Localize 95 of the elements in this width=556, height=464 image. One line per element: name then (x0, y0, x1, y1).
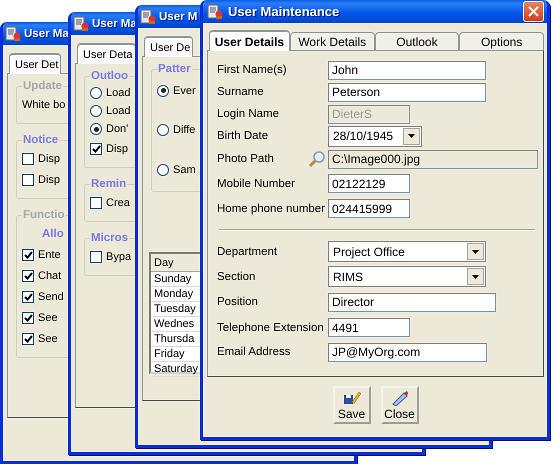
app-icon (207, 4, 223, 20)
search-icon[interactable] (308, 150, 326, 168)
checkbox-label: See (38, 312, 58, 324)
field-label: Mobile Number (217, 178, 296, 190)
checkbox[interactable] (90, 250, 102, 262)
list-item[interactable]: Wednes (154, 318, 194, 330)
caret-icon (408, 134, 415, 138)
tab[interactable]: User De (144, 36, 194, 57)
save-button[interactable]: Save (332, 386, 370, 424)
field-label: Photo Path (217, 153, 275, 165)
column-header: Day (154, 256, 174, 268)
checkbox-label: Disp (38, 174, 60, 186)
list-item[interactable]: Sunday (154, 273, 192, 285)
radio-label: Load (106, 87, 130, 99)
radio-label: Diffe (173, 124, 196, 136)
dropdown-button[interactable] (467, 243, 484, 260)
date-picker[interactable]: 28/10/1945 (328, 126, 422, 146)
radio-label: Sam (173, 164, 196, 176)
tab[interactable]: User Details (209, 30, 290, 51)
group-title: Remin (90, 178, 128, 190)
field-label: Birth Date (217, 130, 270, 142)
close-button[interactable]: Close (380, 386, 418, 424)
list-item[interactable]: Saturday (154, 363, 198, 375)
floppy-pencil-icon (342, 390, 360, 406)
field-label: Login Name (217, 108, 280, 120)
dropdown[interactable]: RIMS (328, 266, 486, 287)
field-label: Email Address (217, 346, 292, 358)
tab[interactable]: Work Details (290, 32, 375, 50)
list-item[interactable]: Monday (154, 288, 194, 300)
checkbox-label: Bypa (106, 250, 132, 262)
checkbox-label: Disp (38, 152, 60, 164)
close-button[interactable] (523, 1, 544, 22)
tab[interactable]: User Det (9, 53, 62, 74)
field-label: Department (217, 246, 278, 258)
field-value: Project Office (333, 244, 405, 258)
tab[interactable]: Options (459, 32, 544, 50)
text-field[interactable]: JP@MyOrg.com (328, 342, 487, 362)
radio-button[interactable] (157, 124, 169, 136)
radio-label: Don' (106, 123, 128, 135)
window-title: User Maintenance (228, 4, 340, 19)
radio-label: Load (106, 105, 130, 117)
subheading: Allo (42, 228, 64, 240)
checkbox-label: Disp (106, 142, 128, 154)
field-value: 28/10/1945 (333, 129, 394, 143)
checkbox[interactable] (90, 196, 102, 208)
field-label: Home phone number (217, 202, 326, 214)
radio-button[interactable] (90, 105, 102, 117)
caret-icon (472, 274, 479, 278)
group-title: Outloo (90, 70, 130, 82)
checkbox[interactable] (22, 174, 34, 186)
close-icon (528, 6, 539, 17)
field-label: Position (217, 296, 259, 308)
app-icon (73, 16, 89, 32)
list-item[interactable]: Friday (154, 348, 185, 360)
app-icon (140, 8, 156, 24)
radio-label: Ever (173, 84, 196, 96)
group-title: Micros (90, 232, 130, 244)
checkbox[interactable] (22, 152, 34, 164)
text-field[interactable]: 02122129 (328, 174, 410, 193)
checkbox-label: Chat (38, 270, 62, 282)
checkbox-label: Crea (106, 196, 130, 208)
radio-button[interactable] (157, 164, 169, 176)
description-text: White bo (22, 98, 66, 110)
app-icon (5, 26, 21, 42)
window-title: User M (159, 10, 198, 22)
pen-icon (390, 390, 408, 406)
field-label: Telephone Extension (217, 322, 325, 334)
tab[interactable]: User Deta (77, 43, 136, 64)
field-value: RIMS (333, 270, 363, 284)
group-title: Update (22, 80, 63, 92)
text-field[interactable]: C:\Image000.jpg (328, 150, 538, 168)
text-field[interactable]: John (328, 60, 486, 80)
dropdown[interactable]: Project Office (328, 241, 486, 262)
tab[interactable]: Outlook (374, 32, 460, 50)
field-label: Section (217, 270, 256, 282)
group-title: Notice (22, 134, 60, 146)
dropdown-button[interactable] (403, 128, 420, 144)
text-field[interactable]: 024415999 (328, 199, 410, 218)
group-title: Functio (22, 209, 66, 221)
window-title: User Ma (24, 28, 69, 40)
dropdown-button[interactable] (467, 268, 484, 285)
list-item[interactable]: Tuesday (154, 303, 196, 315)
radio-button[interactable] (90, 123, 102, 135)
list-item[interactable]: Thursda (154, 333, 194, 345)
checkbox-label: Send (38, 290, 64, 302)
radio-button[interactable] (157, 84, 169, 96)
checkbox-label: Ente (38, 248, 61, 260)
text-field[interactable]: Director (328, 292, 496, 312)
field-label: Surname (217, 86, 265, 98)
group-title: Patter (157, 63, 192, 75)
text-field[interactable]: Peterson (328, 82, 486, 102)
checkbox-label: See (38, 332, 58, 344)
radio-button[interactable] (90, 87, 102, 99)
field-label: First Name(s) (217, 64, 288, 76)
text-field[interactable]: 4491 (328, 318, 410, 337)
